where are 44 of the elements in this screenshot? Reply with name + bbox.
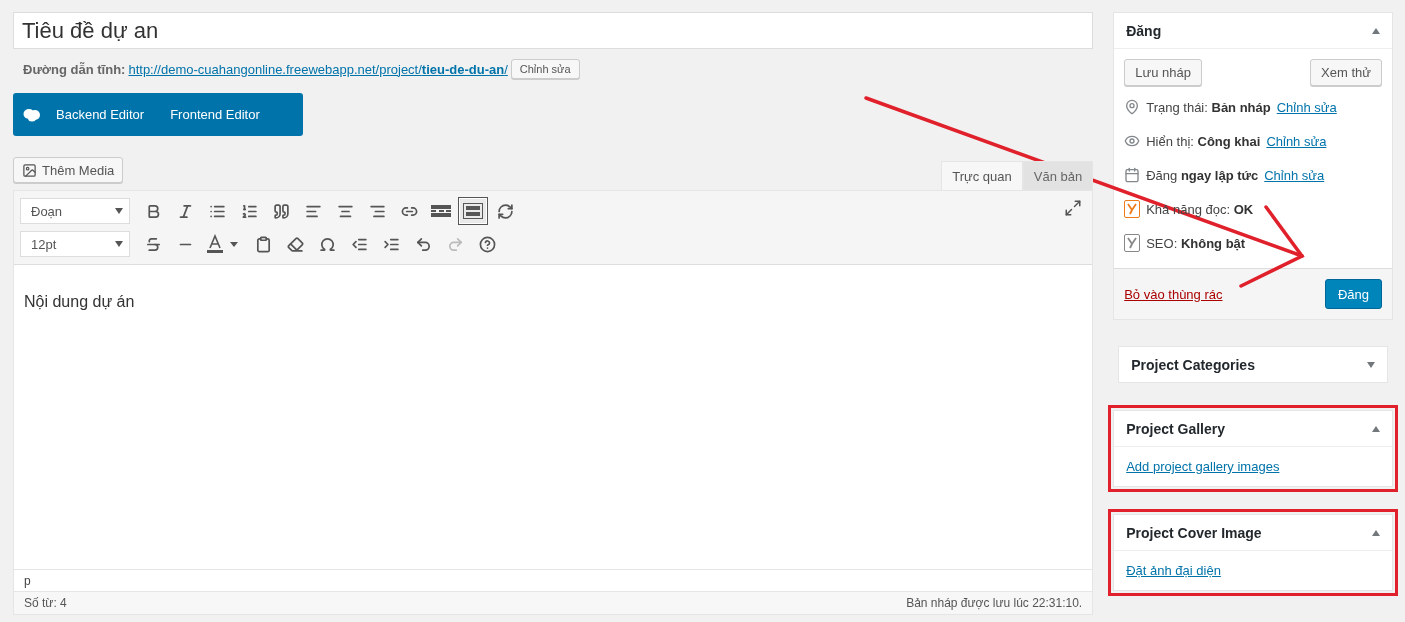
- permalink-label: Đường dẫn tĩnh:: [23, 61, 126, 77]
- eye-icon: [1124, 133, 1141, 149]
- edit-permalink-button[interactable]: Chỉnh sửa: [510, 59, 580, 79]
- box-title: Đăng: [1126, 22, 1162, 39]
- toggle-arrow-icon[interactable]: [1372, 529, 1380, 536]
- pin-icon: [1124, 99, 1141, 115]
- publish-setting: Đăng ngay lập tức: [1146, 167, 1259, 183]
- toggle-arrow-icon[interactable]: [1367, 361, 1375, 368]
- keyboard-icon[interactable]: [458, 197, 488, 225]
- title-field[interactable]: Tiêu đề dự an: [13, 12, 1094, 49]
- media-icon: [22, 162, 37, 178]
- publish-setting: SEO: Không bật: [1146, 235, 1246, 251]
- toggle-arrow-icon[interactable]: [1372, 425, 1380, 432]
- publish-setting: Khả năng đọc: OK: [1146, 201, 1254, 217]
- editor-content[interactable]: Nội dung dự án: [14, 265, 1093, 569]
- editor-mode-button[interactable]: Frontend Editor: [159, 93, 271, 136]
- box-title: Project Categories: [1131, 356, 1255, 373]
- save-status: Bản nháp được lưu lúc 22:31:10.: [906, 596, 1083, 610]
- publish-setting: Hiển thị: Công khai: [1146, 133, 1261, 149]
- preview-button[interactable]: Xem thử: [1310, 59, 1382, 86]
- box-link[interactable]: Đặt ảnh đại diện: [1126, 563, 1221, 578]
- editor-tab[interactable]: Văn bản: [1022, 161, 1094, 190]
- edit-link[interactable]: Chỉnh sửa: [1264, 167, 1325, 183]
- box-title: Project Cover Image: [1126, 524, 1262, 541]
- editor-tab[interactable]: Trực quan: [941, 161, 1023, 190]
- trash-link[interactable]: Bỏ vào thùng rác: [1124, 286, 1223, 302]
- fullscreen-icon[interactable]: [1064, 199, 1083, 217]
- box-link[interactable]: Add project gallery images: [1126, 459, 1280, 474]
- publish-setting: Trạng thái: Bản nháp: [1146, 99, 1271, 115]
- format-select[interactable]: Đoạn: [20, 198, 130, 224]
- font-size-select[interactable]: 12pt: [20, 231, 130, 257]
- edit-link[interactable]: Chỉnh sửa: [1266, 133, 1327, 149]
- box-title: Project Gallery: [1126, 420, 1226, 437]
- toggle-arrow-icon[interactable]: [1372, 27, 1380, 34]
- edit-link[interactable]: Chỉnh sửa: [1276, 99, 1337, 115]
- permalink-link[interactable]: http://demo-cuahangonline.freewebapp.net/project/tieu-de-du-an/: [128, 61, 508, 77]
- publish-button[interactable]: Đăng: [1324, 279, 1382, 309]
- word-count: Số từ: 4: [24, 596, 67, 610]
- calendar-icon: [1124, 167, 1141, 183]
- editor-mode-button[interactable]: Backend Editor: [45, 93, 156, 136]
- save-draft-button[interactable]: Lưu nháp: [1124, 59, 1202, 86]
- element-path: p: [24, 573, 31, 588]
- add-media-button[interactable]: Thêm Media: [13, 157, 124, 183]
- cloud-icon: [23, 107, 41, 122]
